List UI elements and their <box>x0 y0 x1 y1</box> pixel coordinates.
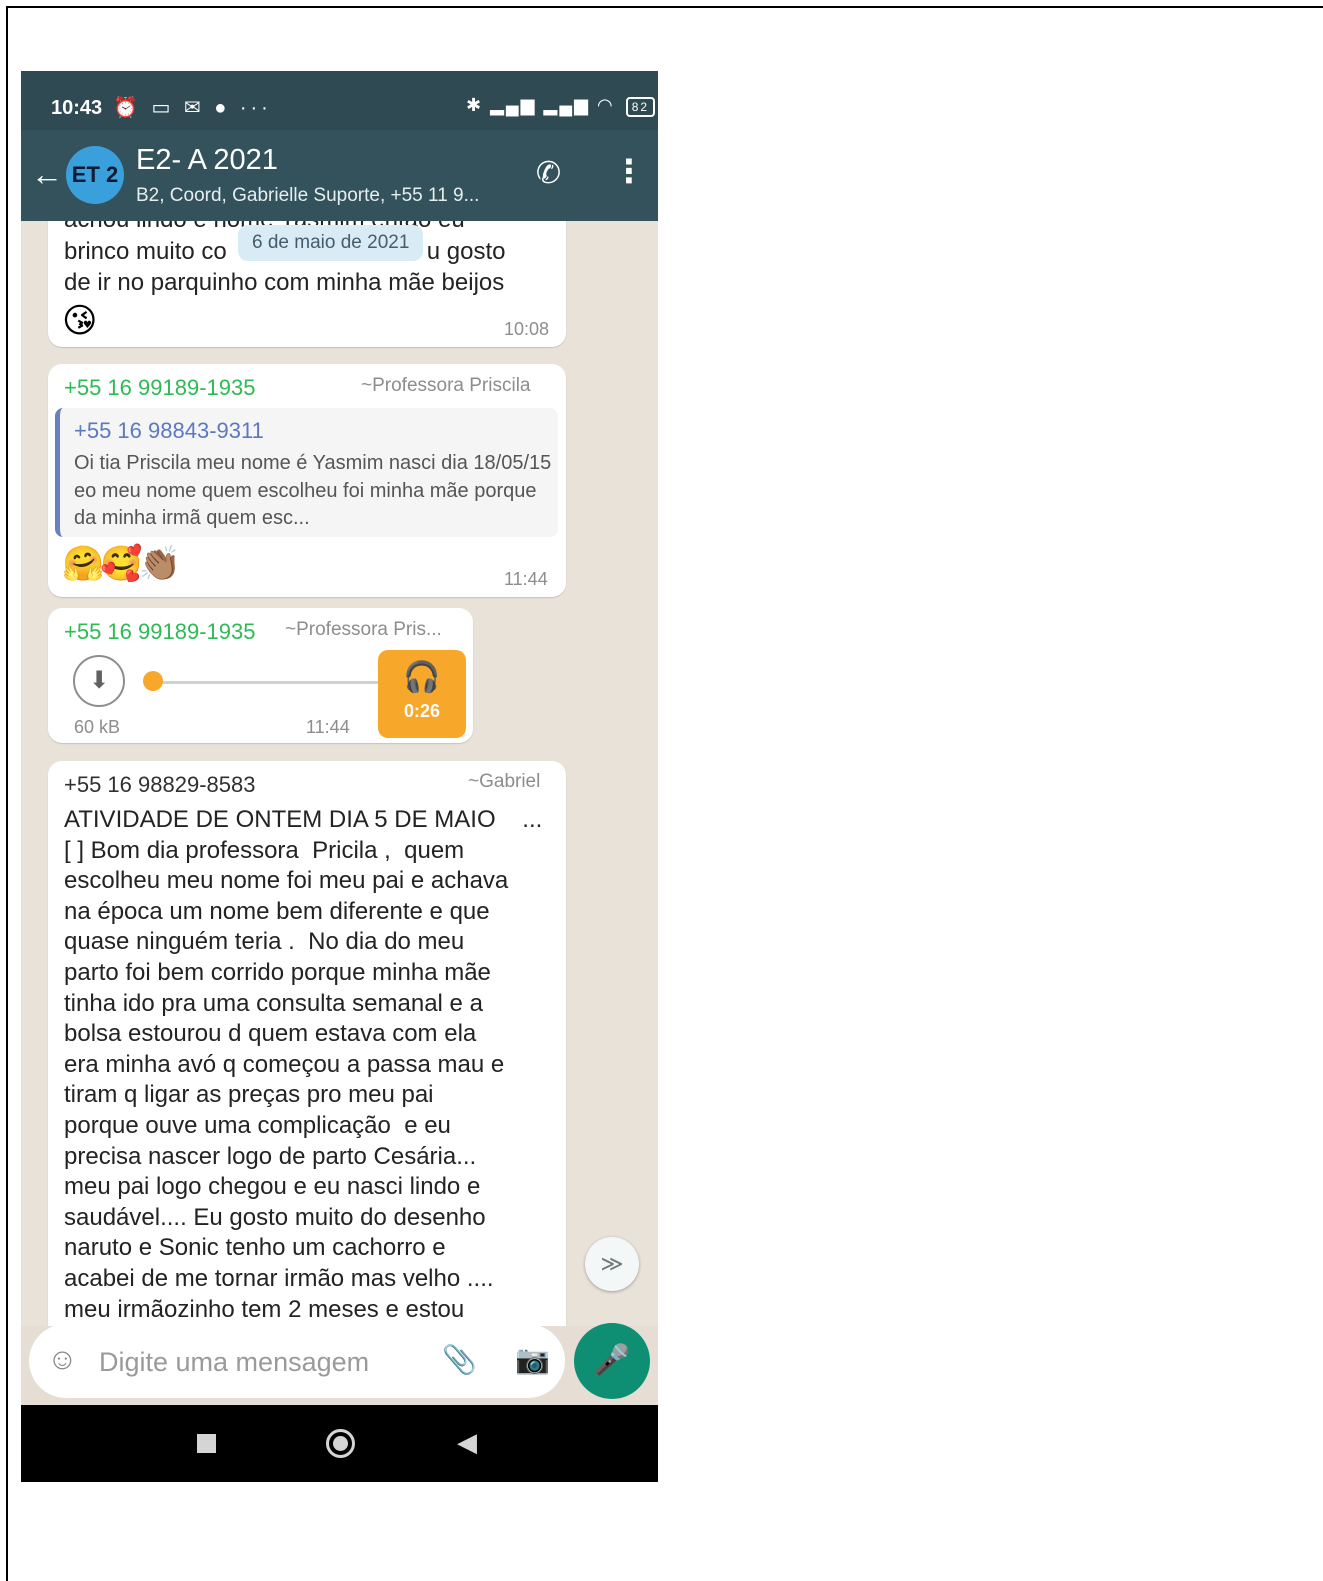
message-line-part: brinco muito co <box>64 238 227 265</box>
notification-icons: ⏰ ▭ ✉ ● ··· <box>113 97 272 119</box>
message-alias: ~Professora Priscila <box>361 375 531 396</box>
message-sender[interactable]: +55 16 99189-1935 <box>64 619 255 645</box>
audio-size: 60 kB <box>74 717 121 737</box>
quoted-sender: +55 16 98843-9311 <box>74 418 264 443</box>
status-bar: 10:43 ⏰ ▭ ✉ ● ··· ✱ ▂▄▆ ▂▄▆ ◠ 82 <box>21 71 658 130</box>
message-body: ATIVIDADE DE ONTEM DIA 5 DE MAIO ... [ ] … <box>64 805 564 1325</box>
message-line: tiram q ligar as preças pro meu pai <box>64 1081 434 1109</box>
message-line: de ir no parquinho com minha mãe beijos <box>64 269 505 296</box>
message-sender[interactable]: +55 16 99189-1935 <box>64 375 255 401</box>
scroll-down-icon[interactable]: ≫ <box>585 1237 639 1291</box>
message-line: acabei de me tornar irmão mas velho .... <box>64 1264 494 1292</box>
emoji-icon[interactable]: ☺ <box>47 1343 78 1377</box>
message-sender[interactable]: +55 16 98829-8583 <box>64 772 255 798</box>
audio-duration: 0:26 <box>403 701 441 721</box>
home-button[interactable] <box>326 1429 355 1458</box>
recents-button[interactable] <box>197 1434 216 1453</box>
signal-wifi-icons: ✱ ▂▄▆ ▂▄▆ ◠ <box>466 95 615 115</box>
message-line: na época um nome bem diferente e que <box>64 897 490 925</box>
message-alias: ~Professora Pris... <box>285 619 442 640</box>
message-line: saudável.... Eu gosto muito do desenho <box>64 1203 486 1231</box>
kiss-emoji: 😘 <box>62 302 98 340</box>
connectivity-icons: ✱ ▂▄▆ ▂▄▆ ◠ 82 <box>466 95 656 117</box>
message-line: era minha avó q começou a passa mau e <box>64 1050 505 1078</box>
chat-title[interactable]: E2- A 2021 <box>136 144 278 177</box>
back-arrow-icon[interactable]: ← <box>31 156 63 193</box>
message-line: meu irmãozinho tem 2 meses e estou <box>64 1295 465 1323</box>
status-time: 10:43 <box>51 97 103 119</box>
voice-note-badge[interactable]: 🎧 0:26 <box>378 650 466 738</box>
message-line: [ ] Bom dia professora Pricila , quem <box>64 836 465 864</box>
add-call-icon[interactable]: ✆ <box>536 156 561 191</box>
date-chip: 6 de maio de 2021 <box>238 225 424 261</box>
audio-progress-track[interactable] <box>156 681 381 684</box>
camera-icon[interactable]: 📷 <box>515 1343 550 1376</box>
nav-back-button[interactable]: ◀ <box>457 1427 477 1458</box>
attach-icon[interactable]: 📎 <box>442 1343 477 1376</box>
microphone-button[interactable]: 🎤 <box>574 1323 650 1399</box>
message-line: meu pai logo chegou e eu nasci lindo e <box>64 1173 481 1201</box>
quoted-message[interactable]: +55 16 98843-9311 Oi tia Priscila meu no… <box>55 408 558 537</box>
message-line: precisa nascer logo de parto Cesária... <box>64 1142 477 1170</box>
emoji-reaction-row: 🤗🥰👏🏽 <box>62 545 181 583</box>
chat-participants[interactable]: B2, Coord, Gabrielle Suporte, +55 11 9..… <box>136 185 479 207</box>
message-line: escolheu meu nome foi meu pai e achava <box>64 867 509 895</box>
message-bubble[interactable]: +55 16 99189-1935 ~Professora Priscila +… <box>48 364 566 597</box>
message-line-part: u gosto <box>426 238 506 265</box>
message-line: naruto e Sonic tenho um cachorro e <box>64 1234 446 1262</box>
message-alias: ~Gabriel <box>468 771 541 792</box>
message-time: 11:44 <box>504 569 548 589</box>
message-line: porque ouve uma complicação e eu <box>64 1111 451 1139</box>
message-line: quase ninguém teria . No dia do meu <box>64 928 465 956</box>
audio-progress-knob[interactable] <box>143 671 163 691</box>
message-time: 11:44 <box>306 717 350 737</box>
voice-message-bubble[interactable]: +55 16 99189-1935 ~Professora Pris... ⬇ … <box>48 608 473 743</box>
phone-screen: 10:43 ⏰ ▭ ✉ ● ··· ✱ ▂▄▆ ▂▄▆ ◠ 82 ← ET 2 … <box>21 71 658 1482</box>
quoted-text: Oi tia Priscila meu nome é Yasmim nasci … <box>74 452 552 529</box>
message-input[interactable]: Digite uma mensagem <box>99 1347 369 1378</box>
message-line: ATIVIDADE DE ONTEM DIA 5 DE MAIO ... <box>64 806 543 833</box>
android-nav-bar: ◀ <box>21 1405 658 1482</box>
battery-icon: 82 <box>625 97 656 117</box>
headphones-icon: 🎧 <box>403 661 441 694</box>
chat-area[interactable]: achou lindo e nome Yasmim então eu brinc… <box>21 221 658 1326</box>
message-line: parto foi bem corrido porque minha mãe <box>64 958 491 986</box>
message-time: 10:08 <box>504 319 550 339</box>
group-avatar[interactable]: ET 2 <box>66 146 124 204</box>
more-options-icon[interactable]: ⋮ <box>613 152 645 190</box>
message-bubble[interactable]: +55 16 98829-8583 ~Gabriel ATIVIDADE DE … <box>48 761 566 1326</box>
download-icon[interactable]: ⬇ <box>73 655 125 707</box>
message-input-bar: ☺ Digite uma mensagem 📎 📷 <box>29 1324 565 1398</box>
message-line: bolsa estourou d quem estava com ela <box>64 1020 477 1048</box>
chat-header: ← ET 2 E2- A 2021 B2, Coord, Gabrielle S… <box>21 130 658 221</box>
message-line: tinha ido pra uma consulta semanal e a <box>64 989 483 1017</box>
